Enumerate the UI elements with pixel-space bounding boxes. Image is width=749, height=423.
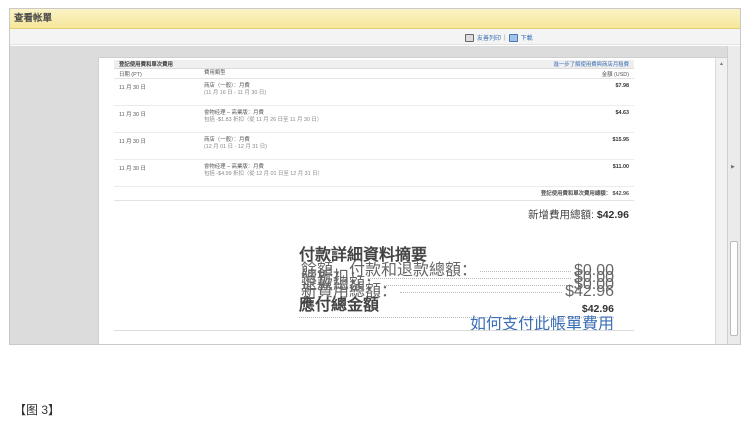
- row-type: 商店（一般）：月費 (11 月 16 日 - 11 月 30 日): [204, 83, 539, 101]
- outer-scrollbar[interactable]: ▶: [727, 46, 740, 344]
- print-link[interactable]: 友善列印: [477, 33, 501, 42]
- action-bar: 友善列印 | 下載: [10, 29, 740, 45]
- download-link[interactable]: 下載: [521, 33, 533, 42]
- row-type-label: 會物经理 – 高業版：月費: [204, 164, 264, 170]
- new-total-label: 新增費用總額:: [528, 209, 594, 221]
- table-row: 11 月 30 日 商店（一般）：月費 (12 月 01 日 - 12 月 31 …: [114, 133, 634, 160]
- divider: [114, 330, 634, 331]
- row-date: 11 月 30 日: [119, 166, 146, 172]
- section-header: 登記使用費和單次費用 進一步了解使用費與商店月租費: [114, 60, 634, 69]
- subtotal-value: $42.96: [612, 191, 630, 197]
- row-type-label: 商店（一般）：月費: [204, 83, 250, 89]
- row-amount: $11.00: [612, 164, 629, 170]
- scrollbar-thumb[interactable]: [730, 241, 738, 336]
- content-viewport: 登記使用費和單次費用 進一步了解使用費與商店月租費 日期 (PT) 費用類型 金…: [10, 46, 728, 344]
- row-date: 11 月 30 日: [119, 139, 146, 145]
- row-type-detail: (11 月 16 日 - 11 月 30 日): [204, 90, 267, 96]
- col-amount: 金額 (USD): [601, 71, 629, 78]
- table-row: 11 月 30 日 商店（一般）：月費 (11 月 16 日 - 11 月 30 …: [114, 79, 634, 106]
- figure-caption: 【图 3】: [14, 403, 61, 417]
- statement-content: 登記使用費和單次費用 進一步了解使用費與商店月租費 日期 (PT) 費用類型 金…: [114, 58, 634, 222]
- subtotal-label: 登記使用費和單次費用總額：: [540, 191, 611, 197]
- row-type-detail: (12 月 01 日 - 12 月 31 日): [204, 144, 267, 150]
- column-header: 日期 (PT) 費用類型 金額 (USD): [114, 69, 634, 79]
- row-type: 會物经理 – 高業版：月費 包括 -$4.99 折扣（從 12 月 01 日至 1…: [204, 164, 539, 182]
- chevron-up-icon[interactable]: ▲: [719, 61, 724, 67]
- printer-icon[interactable]: [465, 33, 474, 42]
- chevron-right-icon: ▶: [731, 164, 735, 170]
- row-amount: $15.95: [612, 137, 630, 143]
- section-title: 登記使用費和單次費用: [119, 62, 173, 68]
- action-links: 友善列印 | 下載: [465, 33, 533, 42]
- table-row: 11 月 30 日 會物经理 – 高業版：月費 包括 -$4.99 折扣（從 12…: [114, 160, 634, 187]
- payment-summary: 付款詳細資料摘要 餘額，付款和退款總額： $0.00 總折扣： $0.00 退款總額…: [299, 241, 614, 300]
- row-amount: $7.98: [615, 83, 630, 89]
- subtotal-line: 登記使用費和單次費用總額： $42.96: [114, 187, 634, 201]
- row-type: 會物经理 – 高業版：月費 包括 -$1.83 折扣（從 11 月 26 日至 1…: [204, 110, 539, 128]
- new-total-value: $42.96: [596, 209, 629, 221]
- table-row: 11 月 30 日 會物经理 – 高業版：月費 包括 -$1.83 折扣（從 11…: [114, 106, 634, 133]
- row-type-detail: 包括 -$1.83 折扣（從 11 月 26 日至 11 月 30 日）: [204, 117, 323, 123]
- window-title: 查看帐單: [10, 9, 740, 29]
- new-total: 新增費用總額: $42.96: [114, 207, 634, 222]
- col-date: 日期 (PT): [119, 71, 142, 78]
- row-type: 商店（一般）：月費 (12 月 01 日 - 12 月 31 日): [204, 137, 539, 155]
- row-type-label: 會物经理 – 高業版：月費: [204, 110, 264, 116]
- row-type-detail: 包括 -$4.99 折扣（從 12 月 01 日至 12 月 31 日）: [204, 171, 323, 177]
- row-date: 11 月 30 日: [119, 85, 146, 91]
- learn-more-link[interactable]: 進一步了解使用費與商店月租費: [554, 60, 629, 68]
- inner-scrollbar[interactable]: ▲: [715, 58, 727, 344]
- row-amount: $4.63: [615, 110, 630, 116]
- statement-page: 登記使用費和單次費用 進一步了解使用費與商店月租費 日期 (PT) 費用類型 金…: [98, 57, 728, 344]
- separator: |: [504, 34, 506, 41]
- row-date: 11 月 30 日: [119, 112, 146, 118]
- col-type: 費用類型: [204, 70, 226, 76]
- download-icon[interactable]: [508, 33, 518, 42]
- row-type-label: 商店（一般）：月費: [204, 137, 250, 143]
- statement-window: 查看帐單 友善列印 | 下載 登記使用費和單次費用 進一步了解使用費與商店月租費…: [9, 8, 741, 345]
